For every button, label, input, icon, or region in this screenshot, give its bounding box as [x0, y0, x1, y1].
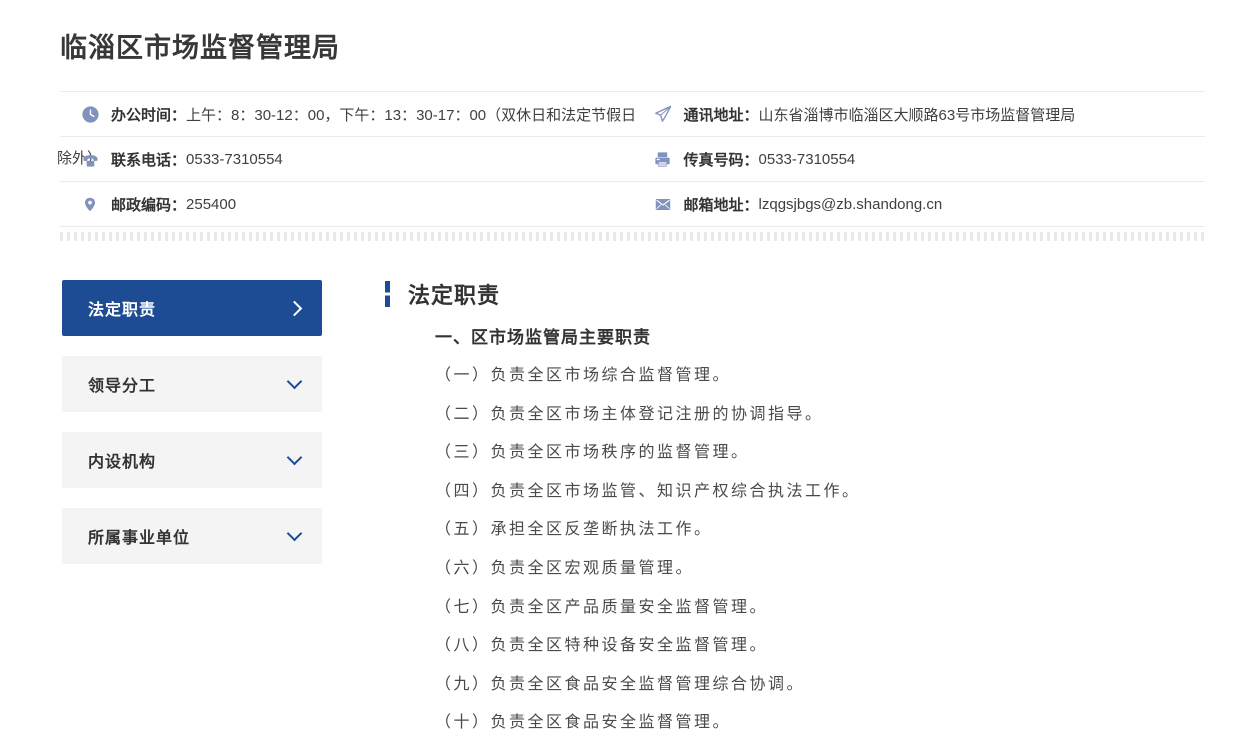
main-content: 法定职责 一、区市场监管局主要职责 （一）负责全区市场综合监督管理。 （二）负责… — [385, 278, 1215, 743]
address-label: 通讯地址： — [683, 106, 759, 124]
duty-item: （五）承担全区反垄断执法工作。 — [435, 521, 713, 539]
address-value: 山东省淄博市临淄区大顺路63号市场监督管理局 — [758, 106, 1076, 124]
office-hours-item: 办公时间： 上午：8：30-12：00，下午：13：30-17：00（双休日和法… — [60, 92, 637, 136]
contact-info-panel: 办公时间： 上午：8：30-12：00，下午：13：30-17：00（双休日和法… — [57, 91, 1206, 227]
navigation-icon — [653, 104, 673, 124]
duty-item: （二）负责全区市场主体登记注册的协调指导。 — [435, 405, 824, 423]
postcode-item: 邮政编码： 255400 — [60, 182, 633, 226]
sidebar-item-leadership-division[interactable]: 领导分工 — [62, 356, 322, 412]
clock-icon — [80, 104, 100, 124]
email-item: 邮箱地址： lzqgsjbgs@zb.shandong.cn — [633, 182, 1206, 226]
sidebar-item-statutory-duties[interactable]: 法定职责 — [62, 280, 322, 336]
duty-item: （十）负责全区食品安全监督管理。 — [435, 714, 732, 732]
contact-row: 除外） 联系电话： 0533-7310554 传真号码： 0533-731055… — [57, 137, 1206, 182]
postcode-value: 255400 — [186, 195, 237, 213]
contact-row: 邮政编码： 255400 邮箱地址： lzqgsjbgs@zb.shandong… — [60, 182, 1205, 227]
location-pin-icon — [80, 194, 100, 214]
section-subheading: 一、区市场监管局主要职责 — [435, 328, 651, 347]
contact-row: 办公时间： 上午：8：30-12：00，下午：13：30-17：00（双休日和法… — [60, 92, 1205, 137]
sidebar-item-label: 内设机构 — [88, 454, 157, 471]
duty-item: （九）负责全区食品安全监督管理综合协调。 — [435, 675, 806, 693]
duty-item: （七）负责全区产品质量安全监督管理。 — [435, 598, 769, 616]
chevron-right-icon — [286, 300, 303, 316]
fax-item: 传真号码： 0533-7310554 — [633, 137, 1206, 181]
fax-value: 0533-7310554 — [758, 150, 856, 168]
office-hours-value: 上午：8：30-12：00，下午：13：30-17：00（双休日和法定节假日 — [186, 106, 637, 124]
address-item: 通讯地址： 山东省淄博市临淄区大顺路63号市场监督管理局 — [633, 92, 1206, 136]
phone-item: 联系电话： 0533-7310554 — [60, 137, 633, 181]
chevron-down-icon — [286, 525, 303, 542]
section-heading-row: 法定职责 — [385, 278, 1215, 310]
section-heading: 法定职责 — [408, 283, 501, 308]
postcode-label: 邮政编码： — [111, 196, 187, 214]
striped-divider — [60, 232, 1205, 241]
sidebar-item-label: 领导分工 — [88, 378, 157, 395]
duty-item: （六）负责全区宏观质量管理。 — [435, 559, 695, 577]
email-label: 邮箱地址： — [683, 196, 759, 214]
duty-item: （三）负责全区市场秩序的监督管理。 — [435, 444, 750, 462]
duties-list: （一）负责全区市场综合监督管理。 （二）负责全区市场主体登记注册的协调指导。 （… — [435, 357, 1215, 743]
duty-item: （四）负责全区市场监管、知识产权综合执法工作。 — [435, 482, 861, 500]
chevron-down-icon — [286, 449, 303, 466]
page-title: 临淄区市场监督管理局 — [60, 33, 340, 63]
fax-label: 传真号码： — [683, 151, 759, 169]
phone-icon — [80, 149, 100, 169]
sidebar-item-label: 法定职责 — [88, 302, 157, 319]
duty-item: （八）负责全区特种设备安全监督管理。 — [435, 637, 769, 655]
chevron-down-icon — [286, 373, 303, 390]
envelope-icon — [653, 194, 673, 214]
office-hours-label: 办公时间： — [111, 106, 187, 124]
sidebar-item-internal-departments[interactable]: 内设机构 — [62, 432, 322, 488]
duty-item: （一）负责全区市场综合监督管理。 — [435, 367, 732, 384]
sidebar-item-affiliated-institutions[interactable]: 所属事业单位 — [62, 508, 322, 564]
heading-marker-bar — [385, 281, 390, 307]
sidebar-item-label: 所属事业单位 — [88, 530, 191, 547]
phone-label: 联系电话： — [111, 151, 187, 169]
sidebar-menu: 法定职责 领导分工 内设机构 所属事业单位 — [62, 280, 322, 584]
phone-value: 0533-7310554 — [186, 150, 283, 168]
fax-icon — [653, 149, 673, 169]
email-value: lzqgsjbgs@zb.shandong.cn — [758, 195, 943, 213]
